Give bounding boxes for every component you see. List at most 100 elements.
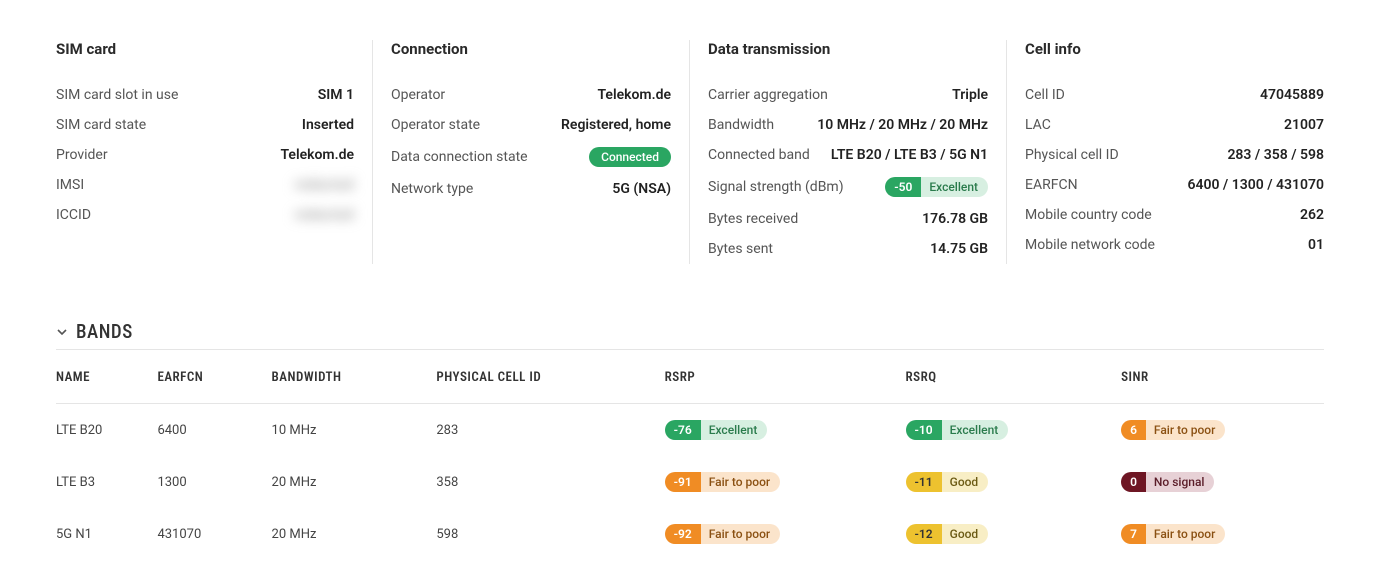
panel-title-data: Data transmission <box>708 40 988 58</box>
cell-bandwidth: 20 MHz <box>272 508 437 560</box>
pill-text: Good <box>942 472 989 492</box>
pill-text: Fair to poor <box>701 524 780 544</box>
label: Signal strength (dBm) <box>708 179 844 195</box>
pill-value: 6 <box>1121 420 1146 440</box>
info-panels: SIM card SIM card slot in use SIM 1 SIM … <box>56 40 1324 264</box>
chevron-down-icon <box>56 326 68 338</box>
cell-rsrq: -10Excellent <box>906 404 1122 457</box>
panel-title-connection: Connection <box>391 40 671 58</box>
pill-text: Good <box>942 524 989 544</box>
panel-sim-card: SIM card SIM card slot in use SIM 1 SIM … <box>56 40 373 264</box>
row-network-type: Network type 5G (NSA) <box>391 174 671 204</box>
sinr-badge: 6Fair to poor <box>1121 420 1225 440</box>
cell-rsrp: -76Excellent <box>665 404 906 457</box>
row-bytes-received: Bytes received 176.78 GB <box>708 204 988 234</box>
cell-sinr: 6Fair to poor <box>1121 404 1324 457</box>
row-bandwidth: Bandwidth 10 MHz / 20 MHz / 20 MHz <box>708 110 988 140</box>
row-lac: LAC 21007 <box>1025 110 1324 140</box>
bands-section-toggle[interactable]: BANDS <box>56 320 1324 343</box>
pill-value: -92 <box>665 524 701 544</box>
value: SIM 1 <box>318 87 354 103</box>
cell-sinr: 0No signal <box>1121 456 1324 508</box>
table-row: LTE B20640010 MHz283-76Excellent-10Excel… <box>56 404 1324 457</box>
cell-earfcn: 1300 <box>157 456 271 508</box>
label: Provider <box>56 147 108 163</box>
cell-name: 5G N1 <box>56 508 157 560</box>
row-sim-slot: SIM card slot in use SIM 1 <box>56 80 354 110</box>
pill-value: -50 <box>885 177 921 197</box>
cell-rsrp: -92Fair to poor <box>665 508 906 560</box>
pill-value: -12 <box>906 524 942 544</box>
row-operator-state: Operator state Registered, home <box>391 110 671 140</box>
row-pci: Physical cell ID 283 / 358 / 598 <box>1025 140 1324 170</box>
rsrq-badge: -11Good <box>906 472 989 492</box>
value: Triple <box>952 87 988 103</box>
label: Bytes received <box>708 211 798 227</box>
cell-bandwidth: 20 MHz <box>272 456 437 508</box>
label: Carrier aggregation <box>708 87 828 103</box>
value: LTE B20 / LTE B3 / 5G N1 <box>831 147 988 163</box>
value: 176.78 GB <box>922 211 988 227</box>
value: 262 <box>1300 207 1324 223</box>
label: Bandwidth <box>708 117 774 133</box>
cell-pci: 283 <box>436 404 664 457</box>
value-redacted: redacted <box>295 177 354 193</box>
label: Operator state <box>391 117 480 133</box>
sinr-badge: 0No signal <box>1121 472 1214 492</box>
signal-badge: -50 Excellent <box>885 177 988 197</box>
row-earfcn: EARFCN 6400 / 1300 / 431070 <box>1025 170 1324 200</box>
sinr-badge: 7Fair to poor <box>1121 524 1225 544</box>
connected-badge: Connected <box>589 147 671 167</box>
value: Registered, home <box>561 117 671 133</box>
row-signal-strength: Signal strength (dBm) -50 Excellent <box>708 170 988 204</box>
row-data-state: Data connection state Connected <box>391 140 671 174</box>
value: 5G (NSA) <box>612 181 671 197</box>
row-mnc: Mobile network code 01 <box>1025 230 1324 260</box>
label: SIM card state <box>56 117 146 133</box>
cell-earfcn: 6400 <box>157 404 271 457</box>
label: SIM card slot in use <box>56 87 178 103</box>
label: Mobile network code <box>1025 237 1155 253</box>
row-bytes-sent: Bytes sent 14.75 GB <box>708 234 988 264</box>
rsrq-badge: -10Excellent <box>906 420 1009 440</box>
cell-bandwidth: 10 MHz <box>272 404 437 457</box>
label: Mobile country code <box>1025 207 1152 223</box>
col-rsrq: RSRQ <box>906 350 1122 404</box>
row-sim-provider: Provider Telekom.de <box>56 140 354 170</box>
bands-table: NAME EARFCN BANDWIDTH PHYSICAL CELL ID R… <box>56 349 1324 560</box>
row-operator: Operator Telekom.de <box>391 80 671 110</box>
col-name: NAME <box>56 350 157 404</box>
row-cell-id: Cell ID 47045889 <box>1025 80 1324 110</box>
label: ICCID <box>56 207 91 223</box>
panel-title-sim: SIM card <box>56 40 354 58</box>
table-row: LTE B3130020 MHz358-91Fair to poor-11Goo… <box>56 456 1324 508</box>
label: Data connection state <box>391 149 528 165</box>
value: 6400 / 1300 / 431070 <box>1187 177 1324 193</box>
pill-text: Fair to poor <box>1146 420 1225 440</box>
value: 47045889 <box>1260 87 1324 103</box>
label: Physical cell ID <box>1025 147 1119 163</box>
value: 21007 <box>1284 117 1324 133</box>
col-pci: PHYSICAL CELL ID <box>436 350 664 404</box>
pill-text: No signal <box>1146 472 1215 492</box>
pill-value: -91 <box>665 472 701 492</box>
panel-data-transmission: Data transmission Carrier aggregation Tr… <box>690 40 1007 264</box>
cell-rsrq: -12Good <box>906 508 1122 560</box>
row-sim-iccid: ICCID redacted <box>56 200 354 230</box>
label: Connected band <box>708 147 810 163</box>
col-sinr: SINR <box>1121 350 1324 404</box>
label: Bytes sent <box>708 241 773 257</box>
cell-name: LTE B3 <box>56 456 157 508</box>
rsrp-badge: -76Excellent <box>665 420 768 440</box>
pill-value: -76 <box>665 420 701 440</box>
pill-text: Excellent <box>942 420 1009 440</box>
pill-text: Fair to poor <box>1146 524 1225 544</box>
label: EARFCN <box>1025 177 1078 193</box>
row-mcc: Mobile country code 262 <box>1025 200 1324 230</box>
rsrq-badge: -12Good <box>906 524 989 544</box>
cell-earfcn: 431070 <box>157 508 271 560</box>
cell-pci: 598 <box>436 508 664 560</box>
label: Cell ID <box>1025 87 1065 103</box>
value: 10 MHz / 20 MHz / 20 MHz <box>817 117 988 133</box>
pill-text: Fair to poor <box>701 472 780 492</box>
